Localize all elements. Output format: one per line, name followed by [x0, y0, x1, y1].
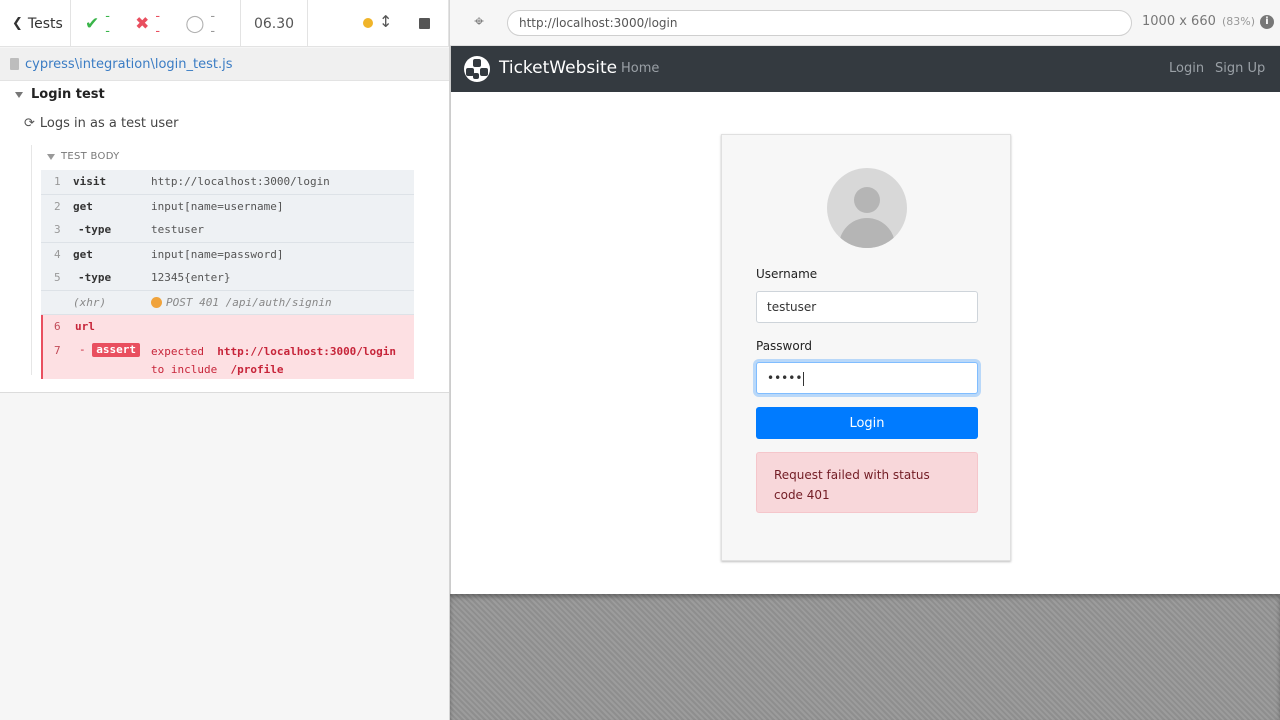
suite-title[interactable]: Login test [15, 87, 105, 102]
command-group: 1 visit http://localhost:3000/login [41, 170, 414, 195]
caret-down-icon [47, 153, 55, 160]
crosshair-icon[interactable]: ⌖ [470, 13, 488, 31]
tests-back-button[interactable]: ❮ Tests [0, 0, 71, 47]
navbar: TicketWebsite Home Login Sign Up [451, 46, 1280, 92]
nav-home-link[interactable]: Home [621, 61, 659, 76]
file-icon [10, 58, 19, 70]
command-url[interactable]: 6 url [43, 315, 414, 339]
status-dot-icon [363, 18, 373, 28]
chevron-left-icon: ❮ [12, 16, 23, 31]
app-iframe: TicketWebsite Home Login Sign Up Usernam… [450, 46, 1280, 594]
brand-name[interactable]: TicketWebsite [499, 58, 617, 78]
app-under-test-pane: ⌖ http://localhost:3000/login 1000 x 660… [450, 0, 1280, 720]
viewport-size: 1000 x 660 (83%) [1142, 14, 1256, 29]
command-type-password[interactable]: 5 -type 12345{enter} [41, 266, 414, 290]
spec-file-path[interactable]: cypress\integration\login_test.js [25, 57, 233, 72]
command-get-password[interactable]: 4 get input[name=password] [41, 243, 414, 267]
username-label: Username [756, 267, 818, 281]
tests-label: Tests [27, 15, 63, 32]
username-input[interactable]: testuser [756, 291, 978, 323]
reporter-header: ❮ Tests ✔ -- ✖ -- ◯ -- 06.30 ↕ [0, 0, 449, 47]
command-type-username[interactable]: 3 -type testuser [41, 218, 414, 242]
suite-area: Login test ⟳ Logs in as a test user TEST… [0, 81, 449, 393]
test-indent-line [31, 145, 32, 375]
command-get-username[interactable]: 2 get input[name=username] [41, 195, 414, 219]
command-group: (xhr) POST 401 /api/auth/signin [41, 290, 414, 315]
avatar-head [854, 187, 880, 213]
info-icon[interactable]: i [1260, 15, 1274, 29]
login-card: Username testuser Password ••••• Login R… [721, 134, 1011, 561]
stat-passed[interactable]: ✔ -- [85, 9, 113, 39]
arrows-up-down-icon[interactable]: ↕ [379, 12, 392, 31]
refresh-icon: ⟳ [24, 116, 35, 131]
text-caret [803, 371, 805, 386]
nav-login-link[interactable]: Login [1169, 61, 1204, 76]
command-xhr[interactable]: (xhr) POST 401 /api/auth/signin [41, 291, 414, 315]
duration: 06.30 [241, 0, 308, 47]
stat-pending[interactable]: ◯ -- [185, 9, 218, 39]
aut-url-bar: ⌖ http://localhost:3000/login 1000 x 660… [450, 0, 1280, 46]
cypress-reporter: ❮ Tests ✔ -- ✖ -- ◯ -- 06.30 ↕ cypress\i… [0, 0, 450, 720]
caret-down-icon [15, 91, 23, 98]
xhr-message: POST 401 /api/auth/signin [166, 295, 332, 309]
command-visit[interactable]: 1 visit http://localhost:3000/login [41, 170, 414, 194]
xhr-status-dot-icon [151, 296, 162, 308]
command-assert[interactable]: 7 - assert expected http://localhost:300… [43, 339, 414, 379]
login-button[interactable]: Login [756, 407, 978, 439]
command-group: 2 get input[name=username] 3 -type testu… [41, 194, 414, 243]
assert-badge: assert [92, 342, 140, 357]
reporter-controls: ↕ [308, 0, 449, 47]
command-log: 1 visit http://localhost:3000/login 2 ge… [41, 170, 414, 379]
command-group: 4 get input[name=password] 5 -type 12345… [41, 242, 414, 291]
soccer-ball-icon[interactable] [464, 56, 490, 82]
error-alert: Request failed with status code 401 [756, 452, 978, 513]
check-icon: ✔ [85, 13, 100, 34]
spec-file-bar[interactable]: cypress\integration\login_test.js [0, 48, 449, 81]
viewport-backdrop [450, 594, 1280, 720]
x-icon: ✖ [135, 13, 150, 34]
test-title[interactable]: ⟳ Logs in as a test user [24, 116, 178, 131]
aut-url-field[interactable]: http://localhost:3000/login [507, 10, 1132, 36]
password-label: Password [756, 339, 813, 353]
test-body-label[interactable]: TEST BODY [47, 151, 120, 162]
stat-failed[interactable]: ✖ -- [135, 9, 163, 39]
circle-notch-icon: ◯ [185, 13, 205, 34]
password-input[interactable]: ••••• [756, 362, 978, 394]
nav-signup-link[interactable]: Sign Up [1215, 61, 1265, 76]
avatar-body [839, 218, 895, 248]
assertion-message: expected http://localhost:3000/login to … [151, 344, 397, 376]
test-stats: ✔ -- ✖ -- ◯ -- [71, 0, 241, 47]
failed-command-group: 6 url 7 - assert expected http://localho… [41, 315, 414, 379]
stop-icon[interactable] [419, 18, 430, 29]
avatar [827, 168, 907, 248]
